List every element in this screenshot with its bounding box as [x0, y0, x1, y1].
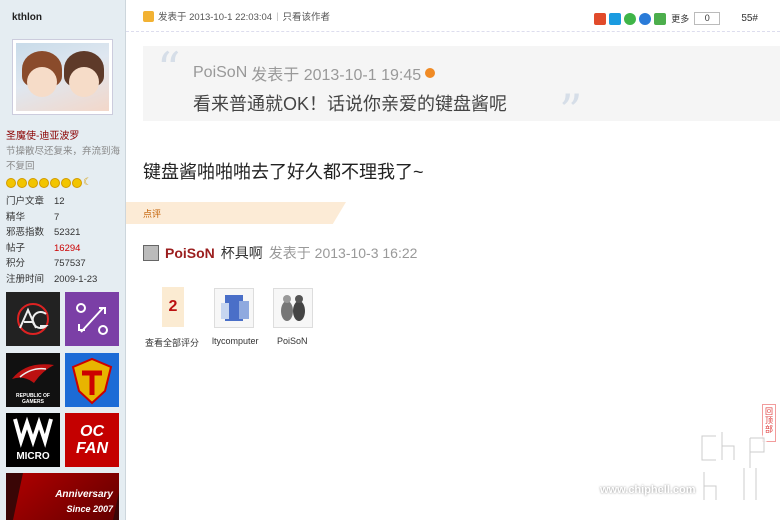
author-sidebar: kthlon 圣魔使-迪亚波罗 节操散尽还复来，弃流到海不复回 ☾ 门户文章 12… — [0, 0, 126, 520]
floor-number[interactable]: 55# — [741, 13, 758, 24]
stat-value[interactable]: 16294 — [54, 241, 80, 257]
chiphell-logo-icon — [699, 432, 767, 503]
commenter-name[interactable]: PoiSoN — [165, 245, 215, 261]
rater-name[interactable]: PoiSoN — [277, 336, 308, 346]
jump-to-post-icon[interactable] — [425, 68, 436, 78]
view-all-ratings-link[interactable]: 查看全部评分 — [145, 336, 199, 349]
rater-avatar-image — [281, 295, 305, 321]
rater-avatar-image — [221, 295, 249, 321]
star-icon — [50, 178, 60, 188]
stat-label: 注册时间 — [6, 273, 45, 285]
add-share-icon[interactable] — [654, 12, 667, 25]
more-share-link[interactable]: 更多 — [671, 12, 689, 25]
qzone-icon[interactable] — [609, 12, 622, 25]
rater-name[interactable]: ltycomputer — [212, 336, 259, 346]
share-bar: 更多 0 55# — [594, 12, 758, 25]
star-icon — [17, 178, 27, 188]
stat-label: 积分 — [6, 258, 26, 269]
rater-avatar[interactable] — [273, 288, 313, 328]
stat-value[interactable]: 7 — [54, 210, 59, 226]
post-message: 键盘酱啪啪啪去了好久都不理我了~ — [143, 162, 424, 182]
stat-row: 注册时间 2009-1-23 — [6, 272, 97, 288]
weibo-icon[interactable] — [594, 12, 607, 25]
shield-icon — [71, 357, 113, 405]
author-group[interactable]: 圣魔使-迪亚波罗 — [6, 127, 79, 142]
stat-value[interactable]: 12 — [54, 194, 65, 210]
stat-row: 门户文章 12 — [6, 194, 97, 210]
stat-row: 邪恶指数 52321 — [6, 225, 97, 241]
open-quote-icon: “ — [157, 42, 181, 96]
medal-anniversary[interactable]: Anniversary Since 2007 — [6, 473, 119, 520]
rater-avatar[interactable] — [214, 288, 254, 328]
author-signature: 节操散尽还复来，弃流到海不复回 — [6, 146, 121, 172]
anniversary-label: Anniversary — [55, 489, 113, 500]
star-icon — [28, 178, 38, 188]
medal-super[interactable] — [65, 353, 119, 407]
stat-value: 2009-1-23 — [54, 273, 98, 285]
medal-micro[interactable]: MICRO — [6, 413, 60, 467]
post-header: 发表于 2013-10-1 22:03:04 | 只看该作者 — [143, 9, 330, 23]
medal-oc-fan[interactable]: OC FAN — [65, 413, 119, 467]
post-time: 发表于 2013-10-1 22:03:04 — [158, 12, 273, 23]
quote-time: 发表于 2013-10-1 19:45 — [251, 67, 422, 84]
comment-text: 杯具啊 — [220, 245, 263, 261]
stat-row: 积分 757537 — [6, 256, 97, 272]
stat-label: 门户文章 — [6, 196, 45, 207]
moon-icon: ☾ — [83, 177, 92, 188]
renren-icon[interactable] — [639, 12, 652, 25]
only-author-link[interactable]: 只看该作者 — [283, 9, 331, 23]
medal-arrows[interactable] — [65, 292, 119, 346]
oc-fan-label: OC FAN — [76, 423, 108, 457]
stat-value: 757537 — [54, 258, 86, 269]
quote-author[interactable]: PoiSoN — [193, 64, 247, 82]
wechat-icon[interactable] — [624, 12, 637, 25]
stat-label: 帖子 — [6, 242, 26, 254]
star-icon — [39, 178, 49, 188]
header-divider — [126, 31, 780, 32]
author-username[interactable]: kthlon — [12, 12, 42, 23]
arrows-icon — [76, 303, 108, 335]
quote-meta: PoiSoN 发表于 2013-10-1 19:45 — [193, 61, 436, 85]
comment-time: 发表于 2013-10-3 16:22 — [268, 245, 418, 261]
online-status-icon — [143, 10, 154, 22]
close-quote-icon: ” — [559, 84, 583, 138]
separator: | — [276, 10, 279, 22]
author-stats: 门户文章 12 精华 7 邪恶指数 52321 帖子 16294 积分 757537 注册… — [6, 194, 97, 287]
star-icon — [72, 178, 82, 188]
stat-row: 精华 7 — [6, 210, 97, 226]
medal-ag[interactable] — [6, 292, 60, 346]
quote-text: 看来普通就OK！话说你亲爱的键盘酱呢 — [193, 94, 508, 114]
stat-row: 帖子 16294 — [6, 241, 97, 257]
star-icon — [6, 178, 16, 188]
ag-logo-icon — [17, 303, 49, 335]
rog-label: REPUBLIC OF GAMERS — [16, 393, 50, 405]
stat-value: 52321 — [54, 227, 81, 238]
author-avatar[interactable] — [12, 39, 113, 115]
star-icon — [61, 178, 71, 188]
share-count: 0 — [694, 12, 721, 25]
micro-logo-icon — [13, 416, 53, 448]
medal-rog[interactable]: REPUBLIC OF GAMERS — [6, 353, 60, 407]
rog-eye-icon — [12, 364, 54, 383]
avatar-image — [16, 43, 109, 111]
stat-label: 邪恶指数 — [6, 227, 45, 238]
since-label: Since 2007 — [66, 504, 113, 514]
comment-item: PoiSoN 杯具啊 发表于 2013-10-3 16:22 — [143, 243, 417, 263]
micro-label: MICRO — [16, 451, 50, 462]
commenter-avatar[interactable] — [143, 245, 159, 261]
comment-tab-label: 点评 — [143, 209, 162, 219]
rank-stars: ☾ — [6, 178, 93, 188]
watermark-url: www.chiphell.com — [600, 484, 696, 496]
rating-score[interactable]: 2 — [162, 287, 184, 327]
quote-block: “ PoiSoN 发表于 2013-10-1 19:45 看来普通就OK！话说你… — [143, 42, 780, 138]
stat-label: 精华 — [6, 211, 26, 223]
